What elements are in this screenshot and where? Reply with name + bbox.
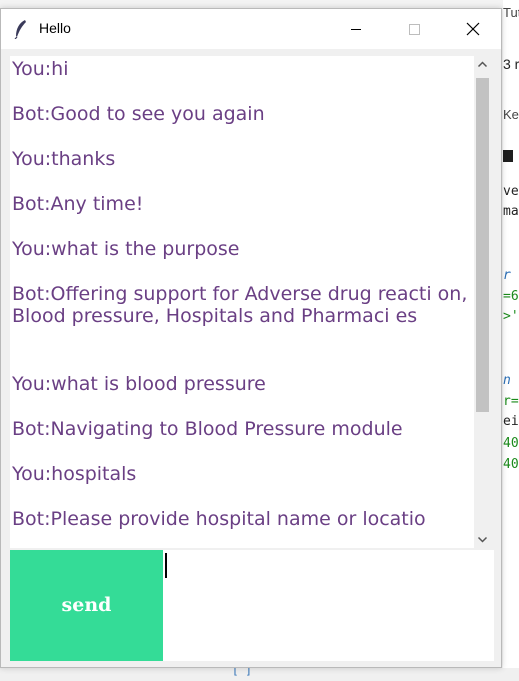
scroll-down-icon	[477, 536, 488, 543]
minimize-icon	[351, 29, 361, 30]
chat-message: Bot:Navigating to Blood Pressure module	[12, 418, 403, 440]
chat-message: You:what is blood pressure	[12, 373, 266, 395]
chat-message: You:thanks	[12, 148, 116, 170]
background-text: ei	[503, 414, 519, 429]
chat-message: Bot:Any time!	[12, 193, 144, 215]
background-strip: [ ]	[0, 664, 519, 681]
maximize-icon	[409, 24, 420, 35]
chat-message: Bot:Offering support for Adverse drug re…	[12, 283, 468, 327]
scroll-up-icon	[477, 61, 488, 68]
scroll-down-button[interactable]	[474, 531, 491, 548]
window-title: Hello	[39, 20, 71, 36]
background-text: ve	[503, 184, 519, 199]
background-text: 40	[503, 436, 519, 451]
chat-window: Hello You:hi Bot:Good to see you again Y…	[0, 8, 502, 668]
chat-message: Bot:Please provide hospital name or loca…	[12, 508, 426, 530]
background-text: 40	[503, 457, 519, 472]
background-text: n	[503, 373, 511, 388]
background-text: >'	[503, 309, 519, 324]
chat-message: You:what is the purpose	[12, 238, 240, 260]
background-window: Tut 3 r Ker ve ma r =6 >' n r=6 ei 40 40	[503, 0, 519, 681]
send-button[interactable]: send	[10, 550, 163, 661]
feather-icon	[14, 20, 26, 39]
scroll-up-button[interactable]	[474, 56, 491, 73]
maximize-button[interactable]	[391, 9, 437, 49]
scroll-thumb[interactable]	[476, 78, 489, 412]
background-square	[503, 150, 513, 162]
chat-message: You:hi	[12, 58, 69, 80]
minimize-button[interactable]	[333, 9, 379, 49]
message-input[interactable]	[163, 550, 494, 661]
background-text: Ker	[503, 107, 519, 122]
background-text: Tut	[503, 5, 519, 20]
close-button[interactable]	[450, 9, 496, 49]
text-cursor	[165, 553, 167, 578]
background-text: r	[503, 268, 511, 283]
chat-message: Bot:Good to see you again	[12, 103, 265, 125]
chat-message: You:hospitals	[12, 463, 137, 485]
background-text: r=6	[503, 394, 519, 409]
title-bar[interactable]: Hello	[1, 9, 501, 49]
background-text: =6	[503, 289, 519, 304]
background-text: 3 r	[503, 56, 519, 72]
close-icon	[466, 22, 480, 36]
background-text: ma	[503, 204, 519, 219]
chat-log[interactable]: You:hi Bot:Good to see you again You:tha…	[10, 56, 474, 548]
chat-scrollbar[interactable]	[474, 56, 491, 548]
